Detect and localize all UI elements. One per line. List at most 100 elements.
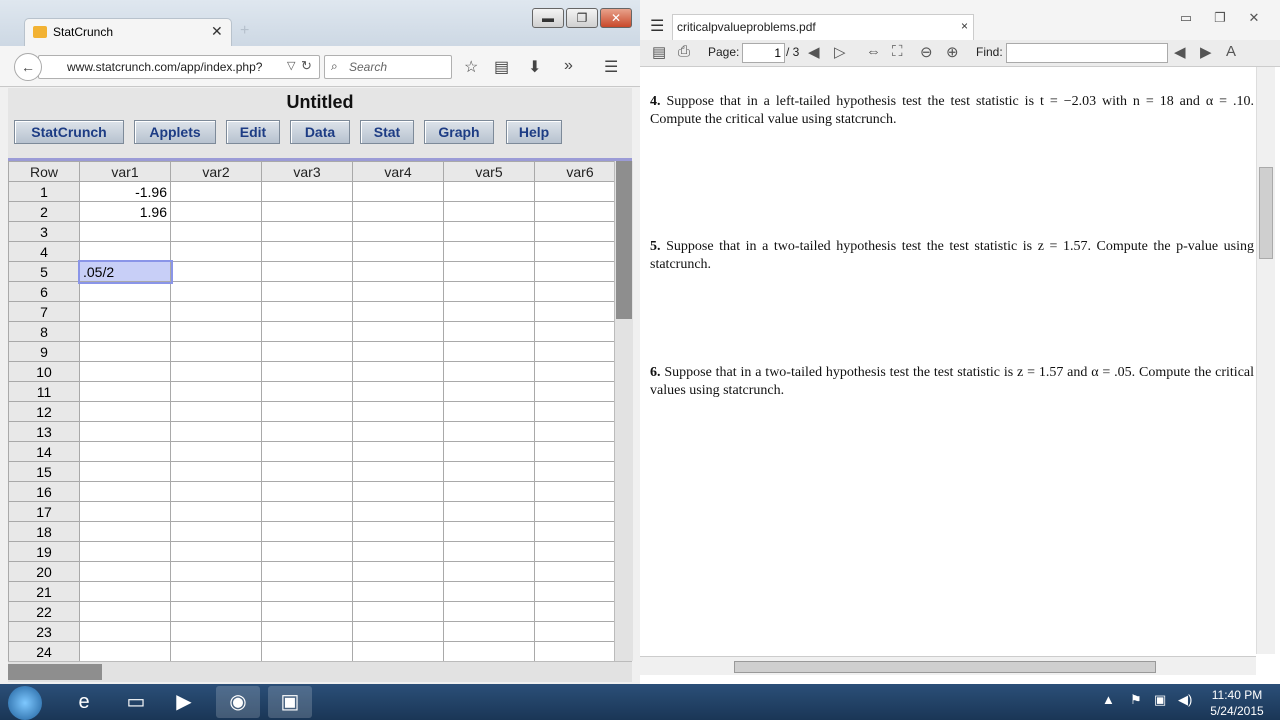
clock-date[interactable]: 5/24/2015 [1202,704,1272,718]
grid-horizontal-scrollbar[interactable] [8,661,632,682]
grid-cell-var6[interactable] [534,481,626,502]
grid-cell-var2[interactable] [170,501,262,522]
grid-cell-var4[interactable] [352,461,444,482]
url-bar[interactable]: www.statcrunch.com/app/index.php? ▽ ↻ [38,55,320,79]
row-header[interactable]: 23 [8,621,80,642]
print-icon[interactable]: ⎙ [678,43,690,60]
grid-cell-var1[interactable] [79,381,171,402]
grid-cell-var1[interactable] [79,421,171,442]
row-header[interactable]: 5 [8,261,80,282]
grid-cell-var6[interactable] [534,201,626,222]
grid-cell-var3[interactable] [261,181,353,202]
grid-cell-var2[interactable] [170,301,262,322]
row-header[interactable]: 17 [8,501,80,522]
row-header[interactable]: 8 [8,321,80,342]
grid-cell-var6[interactable] [534,421,626,442]
minimize-button[interactable]: ▬ [532,8,564,28]
grid-cell-var4[interactable] [352,441,444,462]
row-header[interactable]: 7 [8,301,80,322]
grid-cell-var4[interactable] [352,361,444,382]
grid-cell-var3[interactable] [261,261,353,282]
grid-cell-var2[interactable] [170,341,262,362]
pdf-horizontal-scrollbar[interactable] [640,656,1256,675]
hamburger-menu-icon[interactable]: ☰ [604,57,618,77]
bookmark-star-icon[interactable]: ☆ [464,57,478,77]
hamburger-menu-icon[interactable]: ☰ [650,16,664,36]
grid-cell-var3[interactable] [261,481,353,502]
grid-cell-var5[interactable] [443,341,535,362]
grid-cell-var5[interactable] [443,521,535,542]
tab-statcrunch[interactable]: StatCrunch ✕ [24,18,232,47]
row-header[interactable]: 18 [8,521,80,542]
grid-cell-var3[interactable] [261,301,353,322]
grid-cell-var4[interactable] [352,381,444,402]
grid-cell-var6[interactable] [534,401,626,422]
col-header-var6[interactable]: var6 [534,161,626,182]
previous-page-icon[interactable]: ◀ [808,43,820,61]
grid-cell-var1-editing[interactable]: .05/2 [77,259,173,284]
grid-cell-var2[interactable] [170,261,262,282]
overflow-icon[interactable]: » [564,57,573,75]
grid-cell-var1[interactable] [79,461,171,482]
grid-cell-var1[interactable] [79,521,171,542]
tab-pdf[interactable]: criticalpvalueproblems.pdf × [672,14,974,41]
pdf-vertical-scroll-thumb[interactable] [1259,167,1273,259]
grid-cell-var1[interactable] [79,501,171,522]
row-header[interactable]: 4 [8,241,80,262]
grid-cell-var6[interactable] [534,501,626,522]
grid-cell-var5[interactable] [443,541,535,562]
grid-cell-var1[interactable] [79,581,171,602]
grid-cell-var4[interactable] [352,281,444,302]
grid-cell-var3[interactable] [261,621,353,642]
grid-cell-var3[interactable] [261,381,353,402]
grid-cell-var3[interactable] [261,461,353,482]
col-header-var1[interactable]: var1 [79,161,171,182]
zoom-in-icon[interactable]: ⊕ [946,43,959,61]
grid-cell-var2[interactable] [170,241,262,262]
download-icon[interactable]: ⬇ [528,57,541,77]
grid-cell-var2[interactable] [170,281,262,302]
grid-cell-var5[interactable] [443,281,535,302]
new-tab-icon[interactable]: + [240,22,249,40]
row-header[interactable]: 1 [8,181,80,202]
grid-cell-var4[interactable] [352,201,444,222]
grid-cell-var4[interactable] [352,341,444,362]
col-header-var2[interactable]: var2 [170,161,262,182]
row-header[interactable]: 11 [8,381,80,402]
pdf-close-button[interactable]: ✕ [1240,10,1268,26]
start-button[interactable] [8,686,42,720]
grid-cell-var4[interactable] [352,321,444,342]
grid-cell-var3[interactable] [261,521,353,542]
grid-cell-var5[interactable] [443,501,535,522]
grid-cell-var4[interactable] [352,261,444,282]
grid-cell-var4[interactable] [352,221,444,242]
grid-cell-var1[interactable] [79,621,171,642]
menu-data[interactable]: Data [290,120,350,144]
grid-cell-var2[interactable] [170,481,262,502]
grid-cell-var6[interactable] [534,281,626,302]
grid-cell-var6[interactable] [534,241,626,262]
grid-cell-var1[interactable] [79,441,171,462]
grid-cell-var3[interactable] [261,421,353,442]
firefox-icon[interactable]: ◉ [216,686,260,718]
col-header-var5[interactable]: var5 [443,161,535,182]
page-number-input[interactable]: 1 [742,43,785,63]
grid-cell-var4[interactable] [352,401,444,422]
grid-cell-var4[interactable] [352,561,444,582]
maximize-button[interactable]: ❐ [566,8,598,28]
row-header[interactable]: 21 [8,581,80,602]
grid-cell-var4[interactable] [352,301,444,322]
grid-cell-var2[interactable] [170,641,262,662]
grid-cell-var3[interactable] [261,341,353,362]
grid-cell-var5[interactable] [443,581,535,602]
grid-cell-var2[interactable] [170,421,262,442]
grid-cell-var5[interactable] [443,461,535,482]
file-explorer-icon[interactable]: ▭ [114,686,158,718]
grid-cell-var5[interactable] [443,201,535,222]
grid-cell-var3[interactable] [261,441,353,462]
action-center-flag-icon[interactable]: ⚑ [1130,692,1142,708]
menu-help[interactable]: Help [506,120,562,144]
pdf-horizontal-scroll-thumb[interactable] [734,661,1156,673]
row-header[interactable]: 20 [8,561,80,582]
grid-cell-var5[interactable] [443,381,535,402]
